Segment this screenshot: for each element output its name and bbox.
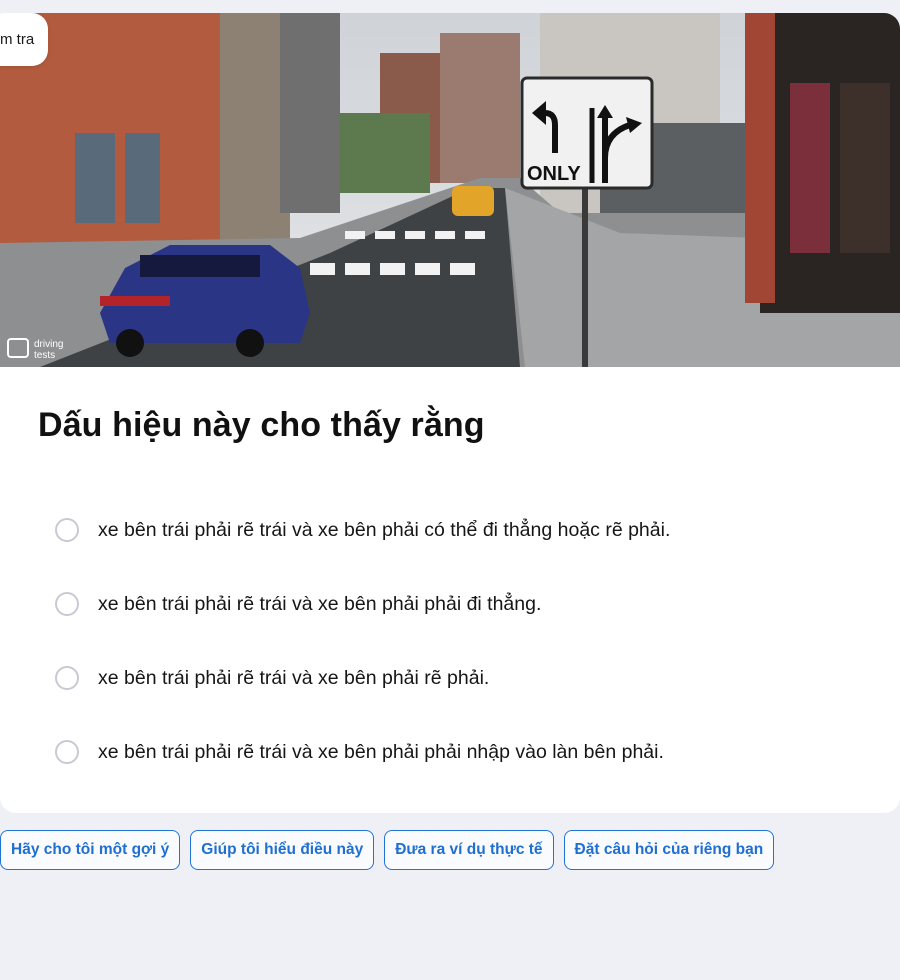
answer-label: xe bên trái phải rẽ trái và xe bên phải … — [98, 740, 664, 763]
help-chips: Hãy cho tôi một gợi ý Giúp tôi hiểu điều… — [0, 830, 775, 870]
radio-button[interactable] — [55, 518, 79, 542]
test-mode-label: m tra — [0, 31, 35, 48]
answer-option-3[interactable]: xe bên trái phải rẽ trái và xe bên phải … — [55, 641, 875, 715]
radio-button[interactable] — [55, 666, 79, 690]
ask-own-question-button[interactable]: Đặt câu hỏi của riêng bạn — [563, 830, 775, 870]
real-example-button[interactable]: Đưa ra ví dụ thực tế — [384, 830, 554, 870]
question-scene-image: ONLY driving tests — [0, 13, 900, 367]
test-mode-badge[interactable]: m tra — [0, 13, 49, 66]
answer-label: xe bên trái phải rẽ trái và xe bên phải … — [98, 592, 542, 615]
question-title: Dấu hiệu này cho thấy rằng — [38, 406, 485, 444]
question-card: ONLY driving tests m tra Dấu hiệu này ch… — [0, 13, 900, 813]
answer-label: xe bên trái phải rẽ trái và xe bên phải … — [98, 666, 490, 689]
answer-option-4[interactable]: xe bên trái phải rẽ trái và xe bên phải … — [55, 715, 875, 789]
radio-button[interactable] — [55, 592, 79, 616]
hint-button[interactable]: Hãy cho tôi một gợi ý — [0, 830, 181, 870]
explain-button[interactable]: Giúp tôi hiểu điều này — [190, 830, 375, 870]
sign-only-text: ONLY — [527, 163, 581, 185]
answer-options: xe bên trái phải rẽ trái và xe bên phải … — [55, 493, 875, 789]
watermark-line1: driving — [34, 339, 63, 350]
radio-button[interactable] — [55, 740, 79, 764]
answer-option-2[interactable]: xe bên trái phải rẽ trái và xe bên phải … — [55, 567, 875, 641]
watermark-line2: tests — [34, 350, 55, 361]
answer-label: xe bên trái phải rẽ trái và xe bên phải … — [98, 518, 671, 541]
answer-option-1[interactable]: xe bên trái phải rẽ trái và xe bên phải … — [55, 493, 875, 567]
